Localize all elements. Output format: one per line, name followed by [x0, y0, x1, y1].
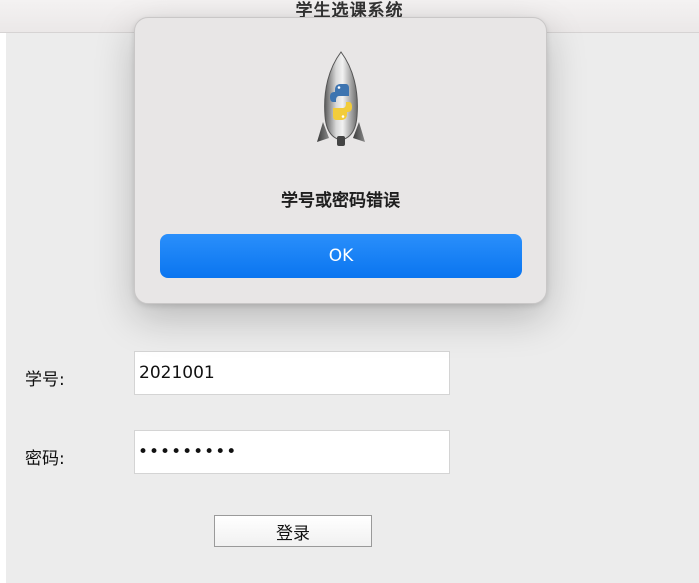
- student-id-label: 学号:: [25, 370, 65, 390]
- alert-message: 学号或密码错误: [281, 191, 400, 211]
- password-input[interactable]: [134, 430, 450, 474]
- student-id-input[interactable]: [134, 351, 450, 395]
- window-edge: [0, 0, 6, 583]
- python-launcher-rocket-icon: [317, 51, 365, 146]
- ok-button[interactable]: OK: [160, 234, 522, 278]
- login-button[interactable]: 登录: [214, 515, 372, 547]
- login-window: 学生选课系统 学号: 密码: ••••••••• 登录: [0, 0, 699, 583]
- password-label: 密码:: [25, 449, 65, 469]
- error-alert-dialog: 学号或密码错误 OK: [134, 17, 547, 304]
